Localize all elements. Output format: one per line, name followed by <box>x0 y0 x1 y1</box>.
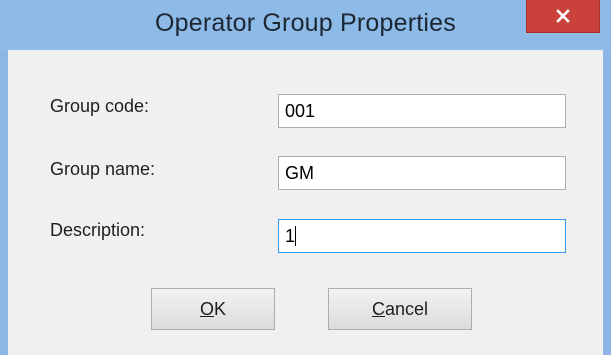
dialog-body: Group code: Group name: Description: OK … <box>8 50 603 355</box>
ok-button[interactable]: OK <box>151 288 275 330</box>
description-label: Description: <box>50 220 146 240</box>
dialog-window: Operator Group Properties Group code: Gr… <box>0 0 611 355</box>
group-code-field[interactable] <box>278 94 566 128</box>
cancel-button[interactable]: Cancel <box>328 288 472 330</box>
cancel-label-rest: ancel <box>384 298 429 319</box>
ok-label-rest: K <box>214 298 227 319</box>
ok-mnemonic: O <box>199 298 214 319</box>
close-icon <box>555 8 571 24</box>
group-name-field[interactable] <box>278 156 566 190</box>
text-caret <box>295 226 296 246</box>
window-title: Operator Group Properties <box>155 9 456 37</box>
title-bar[interactable]: Operator Group Properties <box>0 0 611 50</box>
close-button[interactable] <box>526 0 600 33</box>
description-field[interactable] <box>278 219 566 253</box>
cancel-mnemonic: C <box>371 298 385 319</box>
group-code-label: Group code: <box>50 96 150 116</box>
group-name-label: Group name: <box>50 159 156 179</box>
